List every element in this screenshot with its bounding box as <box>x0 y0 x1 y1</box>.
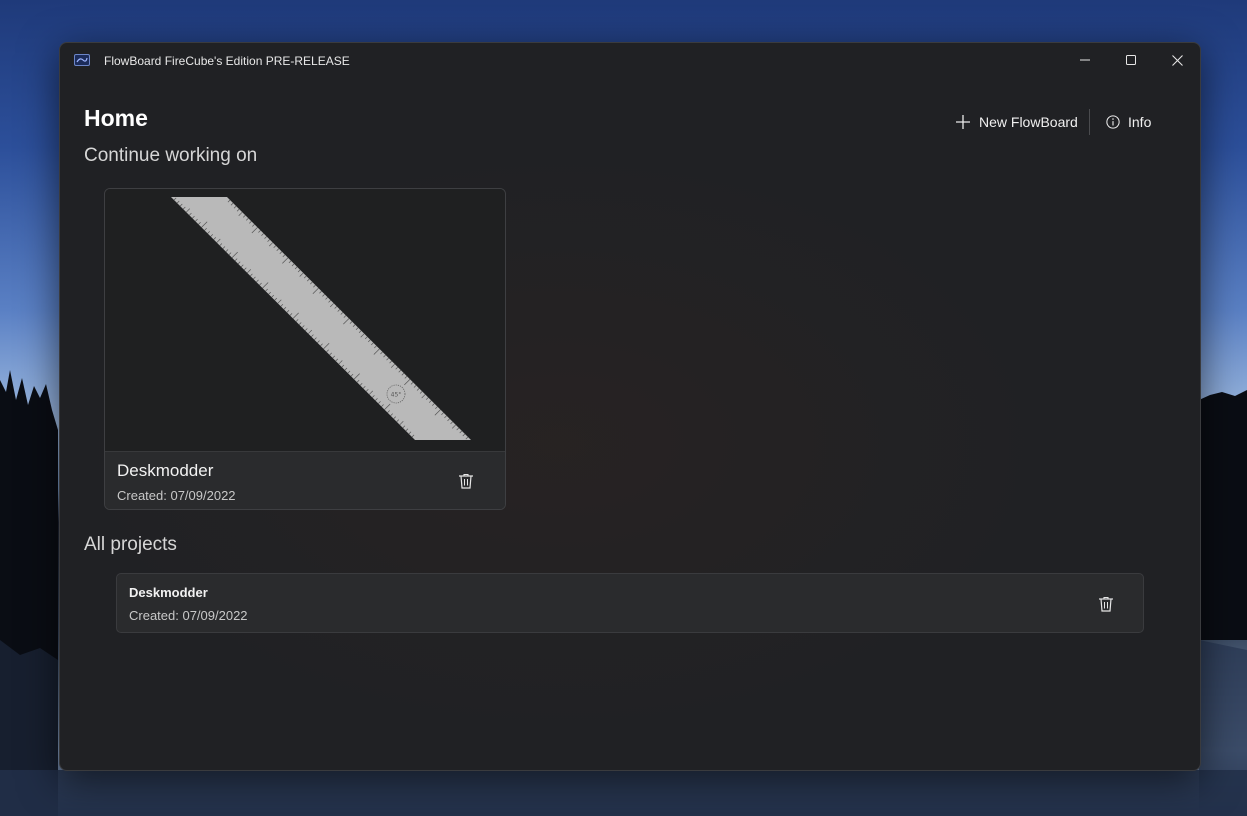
flowboard-app-icon <box>74 54 90 66</box>
minimize-icon <box>1080 59 1090 61</box>
plus-icon <box>956 115 970 129</box>
info-icon <box>1106 115 1120 129</box>
app-window: FlowBoard FireCube's Edition PRE-RELEASE… <box>59 42 1201 771</box>
list-created-date: Created: 07/09/2022 <box>129 608 248 623</box>
card-footer: Deskmodder Created: 07/09/2022 <box>105 451 505 509</box>
trash-icon[interactable] <box>457 472 475 490</box>
title-bar[interactable]: FlowBoard FireCube's Edition PRE-RELEASE <box>60 43 1200 77</box>
maximize-button[interactable] <box>1108 43 1154 77</box>
page-title: Home <box>84 105 148 131</box>
window-title: FlowBoard FireCube's Edition PRE-RELEASE <box>104 54 350 68</box>
info-label: Info <box>1128 114 1152 130</box>
project-list-item[interactable]: Deskmodder Created: 07/09/2022 <box>116 573 1144 633</box>
ruler-angle-label: 45° <box>391 392 402 399</box>
project-preview: 45° <box>105 189 505 451</box>
card-created-date: Created: 07/09/2022 <box>117 488 236 503</box>
new-flowboard-button[interactable]: New FlowBoard <box>949 107 1084 137</box>
minimize-button[interactable] <box>1062 43 1108 77</box>
info-button[interactable]: Info <box>1106 107 1151 137</box>
all-projects-heading: All projects <box>84 534 177 555</box>
card-project-name: Deskmodder <box>117 461 214 480</box>
close-button[interactable] <box>1154 43 1200 77</box>
list-project-name: Deskmodder <box>129 585 208 600</box>
ruler-preview: 45° <box>171 197 471 440</box>
close-icon <box>1171 54 1183 66</box>
trash-icon[interactable] <box>1097 595 1115 613</box>
new-flowboard-label: New FlowBoard <box>979 114 1078 130</box>
continue-working-heading: Continue working on <box>84 145 258 166</box>
header-separator <box>1089 109 1090 135</box>
recent-project-card[interactable]: 45° Deskmodder Created: 07/09/2022 <box>104 188 506 510</box>
maximize-icon <box>1126 55 1136 65</box>
